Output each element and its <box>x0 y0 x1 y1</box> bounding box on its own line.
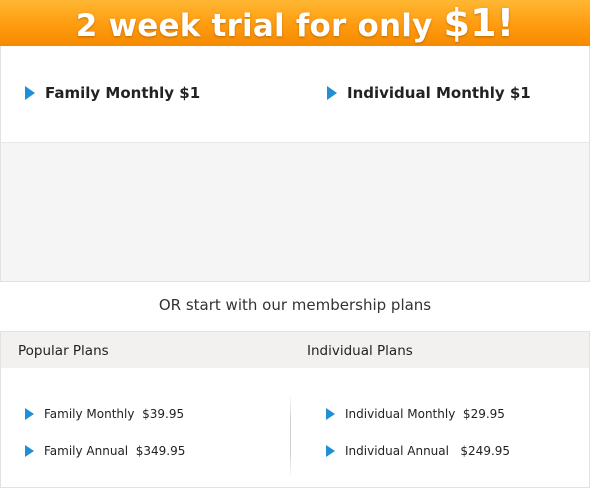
plan-label: Individual Monthly $29.95 <box>345 407 505 421</box>
trial-option-family-monthly[interactable]: Family Monthly $1 <box>25 84 200 102</box>
plan-family-annual[interactable]: Family Annual $349.95 <box>25 444 185 458</box>
play-triangle-icon <box>25 445 34 457</box>
plan-individual-annual[interactable]: Individual Annual $249.95 <box>326 444 510 458</box>
individual-plans-title: Individual Plans <box>307 343 413 359</box>
plan-label: Family Monthly $39.95 <box>44 407 185 421</box>
banner-title-text: 2 week trial for only <box>75 8 444 44</box>
play-triangle-icon <box>327 86 337 100</box>
plans-header: Popular Plans Individual Plans <box>1 332 589 368</box>
plan-label: Individual Annual $249.95 <box>345 444 511 458</box>
play-triangle-icon <box>326 408 335 420</box>
trial-options-panel: Family Monthly $1 Individual Monthly $1 <box>0 46 590 282</box>
plan-family-monthly[interactable]: Family Monthly $39.95 <box>25 407 184 421</box>
banner-title: 2 week trial for only $1! <box>76 1 515 45</box>
trial-option-label: Individual Monthly $1 <box>347 84 531 102</box>
plan-individual-monthly[interactable]: Individual Monthly $29.95 <box>326 407 505 421</box>
membership-plans-panel: Popular Plans Individual Plans Family Mo… <box>0 331 590 488</box>
play-triangle-icon <box>326 445 335 457</box>
trial-option-individual-monthly[interactable]: Individual Monthly $1 <box>327 84 531 102</box>
banner-price: $1! <box>443 1 515 45</box>
play-triangle-icon <box>25 86 35 100</box>
trial-options-row: Family Monthly $1 Individual Monthly $1 <box>1 46 589 143</box>
popular-plans-title: Popular Plans <box>18 343 109 359</box>
membership-plans-heading: OR start with our membership plans <box>158 296 432 314</box>
promo-banner: 2 week trial for only $1! <box>0 0 590 46</box>
plan-label: Family Annual $349.95 <box>44 444 186 458</box>
play-triangle-icon <box>25 408 34 420</box>
column-divider <box>290 394 291 478</box>
trial-option-label: Family Monthly $1 <box>45 84 201 102</box>
